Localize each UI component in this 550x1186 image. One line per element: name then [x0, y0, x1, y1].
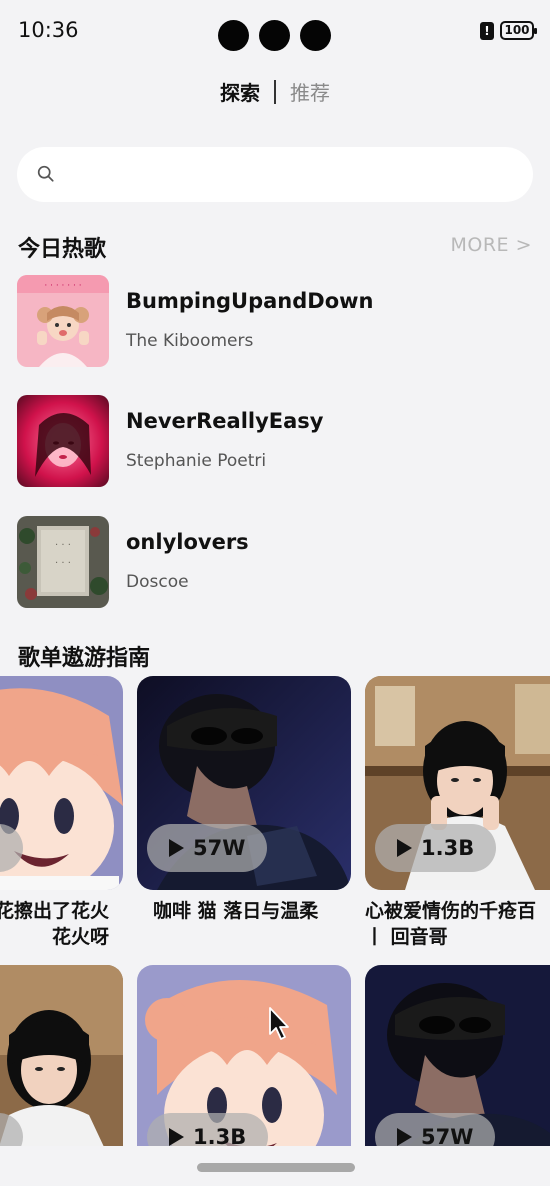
play-icon: [397, 839, 412, 857]
more-link[interactable]: MORE >: [450, 234, 532, 256]
status-time: 10:36: [18, 18, 79, 42]
playlist-title-line: 花火呀: [51, 926, 109, 948]
home-indicator[interactable]: [197, 1163, 355, 1172]
search-bar[interactable]: [17, 147, 533, 202]
svg-text:· · ·: · · ·: [55, 558, 71, 569]
status-icons: ! 100: [480, 21, 537, 40]
playlist-card[interactable]: B: [0, 676, 123, 890]
tab-recommend[interactable]: 推荐: [290, 77, 330, 106]
play-count: 57W: [193, 836, 246, 860]
song-cover-image: · · · · · ·: [17, 516, 109, 608]
playlist-title: 花擦出了花火 花火呀: [0, 898, 109, 950]
song-artist: The Kiboomers: [126, 331, 254, 351]
song-cover-image: [17, 395, 109, 487]
playlist-title: 心被爱情伤的千疮百 丨 回音哥: [365, 898, 536, 950]
play-count: 1.3B: [421, 836, 475, 860]
svg-text:· · ·: · · ·: [55, 540, 71, 551]
playlist-title: 咖啡 猫 落日与温柔: [153, 898, 318, 924]
song-title: onlylovers: [126, 530, 249, 554]
play-count-pill: 57W: [147, 824, 268, 872]
top-tabs: 探索 推荐: [0, 77, 550, 106]
search-input[interactable]: [69, 147, 509, 202]
playlist-title-line: 花擦出了花火: [0, 900, 109, 922]
hot-songs-title: 今日热歌: [18, 237, 107, 262]
tab-explore[interactable]: 探索: [220, 77, 260, 106]
play-count: B: [0, 836, 1, 860]
song-title: BumpingUpandDown: [126, 289, 374, 313]
song-item[interactable]: · · · · · · onlylovers Doscoe: [17, 516, 537, 608]
cursor-icon: [269, 1007, 289, 1040]
playlist-card[interactable]: 57W: [137, 676, 351, 890]
play-icon: [397, 1128, 412, 1146]
camera-cutout: [218, 20, 249, 51]
playlist-title-line: 咖啡 猫 落日与温柔: [153, 900, 319, 922]
song-item[interactable]: · · · · · · · BumpingUpandDown The Kiboo…: [17, 275, 537, 367]
play-icon: [169, 1128, 184, 1146]
playlists-title: 歌单遨游指南: [18, 646, 151, 671]
song-title: NeverReallyEasy: [126, 409, 324, 433]
svg-text:· · · · · · ·: · · · · · · ·: [44, 281, 81, 291]
alert-icon: !: [480, 21, 494, 40]
tab-divider: [274, 79, 276, 104]
playlist-title-line: 丨 回音哥: [365, 926, 448, 948]
play-count-pill: 1.3B: [375, 824, 497, 872]
playlist-card[interactable]: 1.3B: [365, 676, 550, 890]
playlist-title-line: 心被爱情伤的千疮百: [365, 900, 537, 922]
search-icon: [37, 165, 54, 182]
battery-icon: 100: [500, 21, 537, 40]
camera-cutout: [259, 20, 290, 51]
song-item[interactable]: NeverReallyEasy Stephanie Poetri: [17, 395, 537, 487]
play-icon: [169, 839, 184, 857]
camera-cutout: [300, 20, 331, 51]
song-artist: Stephanie Poetri: [126, 451, 267, 471]
song-artist: Doscoe: [126, 572, 189, 592]
song-cover-image: · · · · · · ·: [17, 275, 109, 367]
explore-screen: 10:36 ! 100 探索 推荐 今日热歌 MORE > · · · · · …: [0, 0, 550, 1186]
